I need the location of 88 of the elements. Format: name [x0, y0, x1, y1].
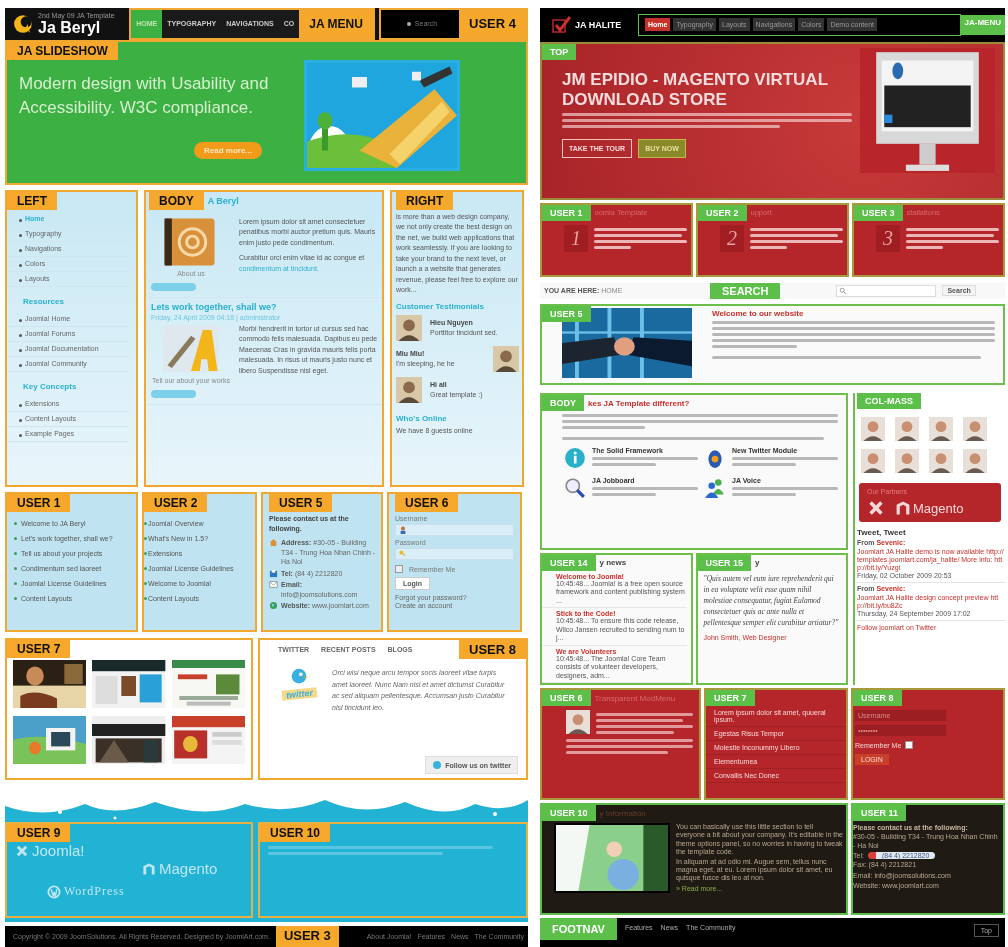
team-photo — [929, 449, 953, 474]
position-label: USER 11 — [853, 805, 907, 822]
house-icon — [269, 538, 278, 548]
position-label: USER 1 — [542, 204, 591, 221]
position-label: USER 2 — [144, 494, 208, 513]
position-label: BODY — [149, 191, 204, 210]
position-label: USER 8 — [459, 640, 526, 660]
position-label: BODY — [542, 395, 584, 412]
people-icon — [704, 477, 726, 500]
position-label: USER 5 — [542, 305, 591, 322]
magento-logo-icon — [895, 500, 911, 517]
position-label: USER 4 — [459, 10, 526, 38]
fax-icon — [269, 569, 278, 578]
site-logo[interactable]: JA HALITE — [575, 19, 622, 30]
position-label: USER 6 — [395, 494, 459, 513]
avatar — [493, 345, 519, 372]
position-label: TOP — [542, 43, 577, 60]
team-photo — [963, 449, 987, 474]
search-icon — [564, 477, 586, 500]
position-label: USER 7 — [706, 690, 755, 707]
position-label: JA-MENU — [960, 14, 1005, 35]
partner-logo: Joomla! — [32, 842, 85, 860]
team-photo — [963, 417, 987, 442]
position-label: USER 2 — [698, 204, 747, 221]
section-heading: Who's Online — [396, 413, 448, 423]
position-label: USER 9 — [7, 824, 71, 843]
position-label: USER 10 — [260, 824, 331, 843]
position-label: USER 5 — [269, 494, 333, 513]
module-title: y Information — [599, 808, 646, 818]
globe-icon — [269, 601, 278, 611]
position-label: USER 7 — [7, 640, 71, 659]
position-label: USER 6 — [542, 690, 591, 707]
username-field[interactable] — [395, 524, 514, 537]
article-title: kes JA Template different? — [588, 398, 690, 408]
position-label: USER 3 — [854, 204, 903, 221]
step-number: 3 — [876, 224, 900, 252]
wordpress-logo-icon — [47, 884, 61, 899]
menu-heading: Key Concepts — [23, 381, 78, 391]
step-number: 2 — [720, 224, 744, 252]
step-number: 1 — [564, 224, 588, 252]
slide-headline: Modern design with Usability and Accessibility. W3C compliance. — [19, 72, 270, 119]
magento-logo-icon — [142, 861, 156, 876]
module-title: y news — [599, 558, 627, 568]
twitter-badge: twitter — [281, 687, 317, 702]
remember-checkbox[interactable] — [395, 565, 403, 574]
search-field[interactable] — [836, 284, 937, 297]
position-label: COL-MASS — [857, 393, 921, 410]
team-photo — [895, 449, 919, 474]
team-photo — [929, 417, 953, 442]
search-dot-icon — [406, 22, 411, 26]
position-label: USER 10 — [542, 805, 596, 822]
avatar — [396, 376, 422, 403]
checkmark-logo-icon — [552, 14, 572, 35]
section-heading: Customer Testimonials — [396, 301, 485, 311]
envelope-icon — [269, 580, 278, 590]
password-field[interactable] — [395, 548, 514, 561]
position-label: FOOTNAV — [540, 918, 617, 941]
team-photo — [861, 417, 885, 442]
position-label: RIGHT — [396, 191, 454, 210]
joomla-logo-icon — [15, 843, 29, 858]
position-label: JA MENU — [299, 10, 373, 38]
site-logo[interactable]: Ja Beryl — [38, 19, 115, 36]
module-title: Welcome to our website — [712, 308, 805, 318]
position-label: USER 3 — [275, 926, 339, 947]
position-label: USER 14 — [542, 554, 596, 571]
partner-logo: Magento — [913, 500, 964, 516]
section-heading: Tweet, Tweet — [857, 528, 907, 538]
module-title: y — [755, 558, 760, 568]
key-icon — [399, 550, 407, 559]
partner-logo: Magento — [159, 860, 218, 878]
position-label: JA SLIDESHOW — [7, 41, 118, 60]
position-label: USER 1 — [7, 494, 71, 513]
bird-icon — [432, 760, 443, 771]
person-icon — [399, 526, 407, 535]
team-photo — [895, 417, 919, 442]
banner-headline: JM EPIDIO - MAGENTO VIRTUAL DOWNLOAD STORE — [562, 69, 829, 110]
avatar — [396, 314, 422, 341]
menu-heading: Resources — [23, 296, 65, 306]
search-icon — [839, 286, 848, 295]
position-label: LEFT — [7, 191, 57, 210]
position-label: USER 8 — [853, 690, 902, 707]
team-photo — [861, 449, 885, 474]
partner-logo: WordPress — [64, 884, 125, 900]
position-label: USER 15 — [697, 554, 752, 571]
position-label: SEARCH — [710, 282, 781, 299]
star-logo-icon — [13, 13, 35, 35]
info-icon — [564, 447, 586, 470]
remember-checkbox[interactable] — [905, 741, 914, 750]
